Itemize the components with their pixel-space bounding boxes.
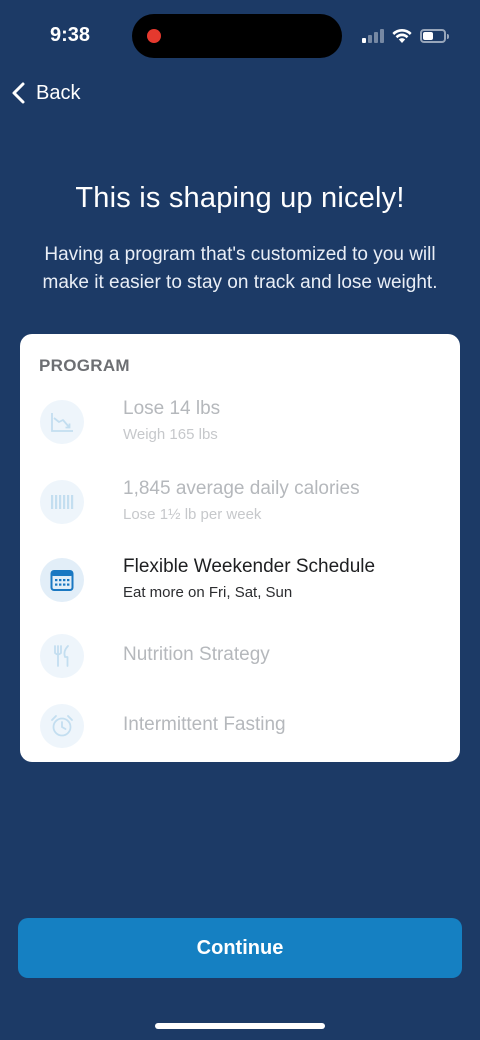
item-title: Flexible Weekender Schedule <box>123 556 376 577</box>
program-item-fasting: Intermittent Fasting <box>40 702 440 752</box>
item-title: Intermittent Fasting <box>123 714 286 735</box>
item-title: Lose 14 lbs <box>123 398 221 419</box>
wifi-icon <box>392 28 412 43</box>
status-icons <box>362 26 449 46</box>
calories-bars-icon <box>40 480 84 524</box>
weight-trend-icon <box>40 400 84 444</box>
home-indicator[interactable] <box>155 1023 325 1029</box>
program-item-nutrition: Nutrition Strategy <box>40 632 440 682</box>
item-title: 1,845 average daily calories <box>123 478 360 499</box>
item-subtitle: Lose 1½ lb per week <box>123 506 262 523</box>
back-label: Back <box>36 81 81 104</box>
status-time: 9:38 <box>50 24 91 46</box>
program-heading: PROGRAM <box>39 356 130 375</box>
program-summary-screen: 9:38 Back This is shaping up nicely! Hav… <box>0 0 480 1040</box>
program-item-calories: 1,845 average daily calories Lose 1½ lb … <box>40 478 440 528</box>
dynamic-island <box>132 14 342 58</box>
program-card: PROGRAM Lose 14 lbs Weigh 165 lbs 1,845 … <box>20 334 460 762</box>
chevron-left-icon <box>12 82 25 104</box>
continue-button[interactable]: Continue <box>18 918 462 978</box>
status-bar: 9:38 <box>0 0 480 72</box>
item-subtitle: Weigh 165 lbs <box>123 426 218 443</box>
cellular-signal-icon <box>362 29 384 43</box>
page-title: This is shaping up nicely! <box>75 182 405 214</box>
item-title: Nutrition Strategy <box>123 644 270 665</box>
alarm-clock-icon <box>40 704 84 748</box>
program-item-weight-goal: Lose 14 lbs Weigh 165 lbs <box>40 398 440 448</box>
fork-knife-icon <box>40 634 84 678</box>
calendar-icon <box>40 558 84 602</box>
program-item-schedule: Flexible Weekender Schedule Eat more on … <box>40 556 440 606</box>
battery-level <box>423 32 433 40</box>
recording-indicator-icon <box>147 29 161 43</box>
back-button[interactable]: Back <box>10 78 80 108</box>
item-subtitle: Eat more on Fri, Sat, Sun <box>123 584 293 601</box>
page-subtitle: Having a program that's customized to yo… <box>42 244 438 293</box>
battery-icon <box>420 29 449 43</box>
